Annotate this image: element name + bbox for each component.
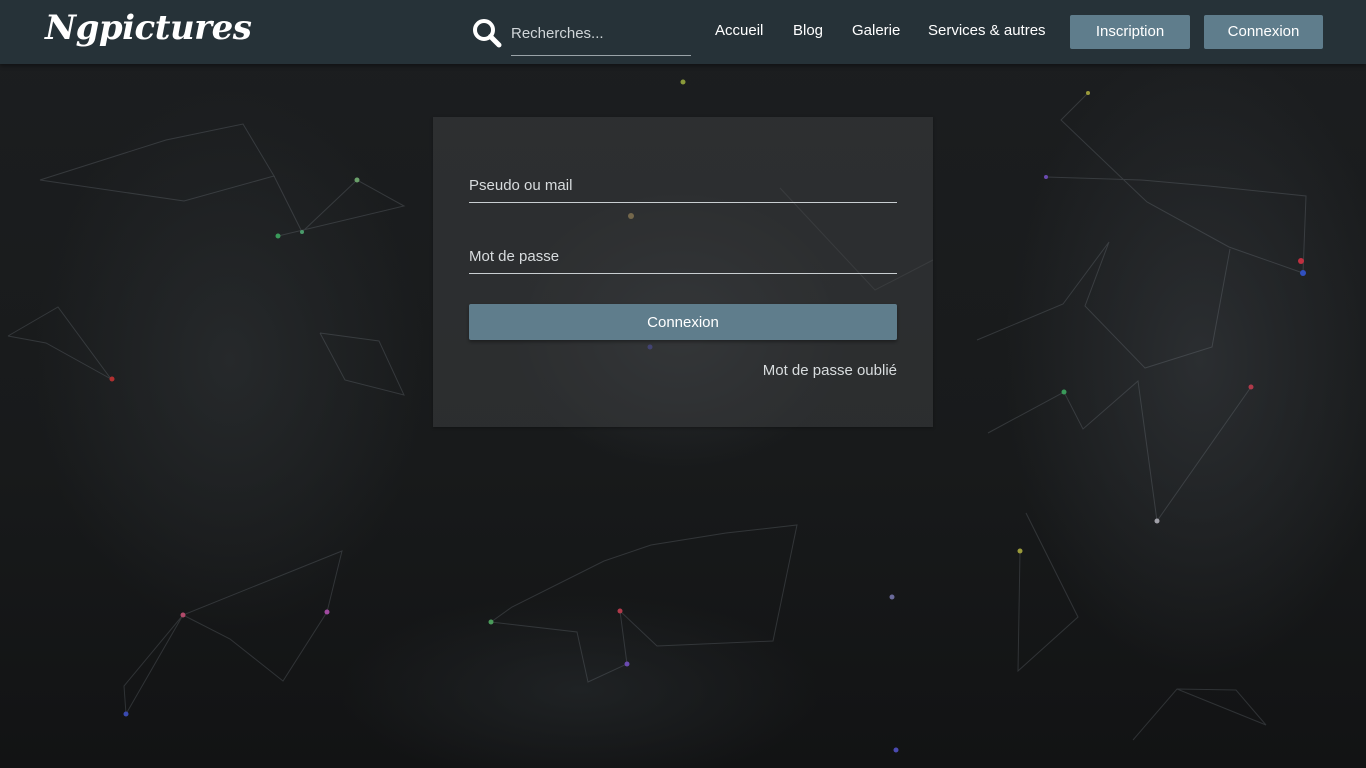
forgot-password-link[interactable]: Mot de passe oublié xyxy=(763,362,897,379)
login-card: Connexion Mot de passe oublié xyxy=(433,117,933,427)
login-submit-button[interactable]: Connexion xyxy=(469,304,897,340)
nav-link-galerie[interactable]: Galerie xyxy=(852,22,900,39)
search-input[interactable] xyxy=(511,12,691,56)
nav-link-services[interactable]: Services & autres xyxy=(928,22,1046,39)
site-logo[interactable]: Ngpictures xyxy=(45,8,252,48)
nav-link-accueil[interactable]: Accueil xyxy=(715,22,763,39)
top-navbar: Ngpictures Accueil Blog Galerie Services… xyxy=(0,0,1366,64)
search-icon[interactable] xyxy=(472,18,502,48)
nav-link-blog[interactable]: Blog xyxy=(793,22,823,39)
signup-button[interactable]: Inscription xyxy=(1070,15,1190,49)
password-field[interactable] xyxy=(469,240,897,274)
header-login-button[interactable]: Connexion xyxy=(1204,15,1323,49)
username-field[interactable] xyxy=(469,169,897,203)
